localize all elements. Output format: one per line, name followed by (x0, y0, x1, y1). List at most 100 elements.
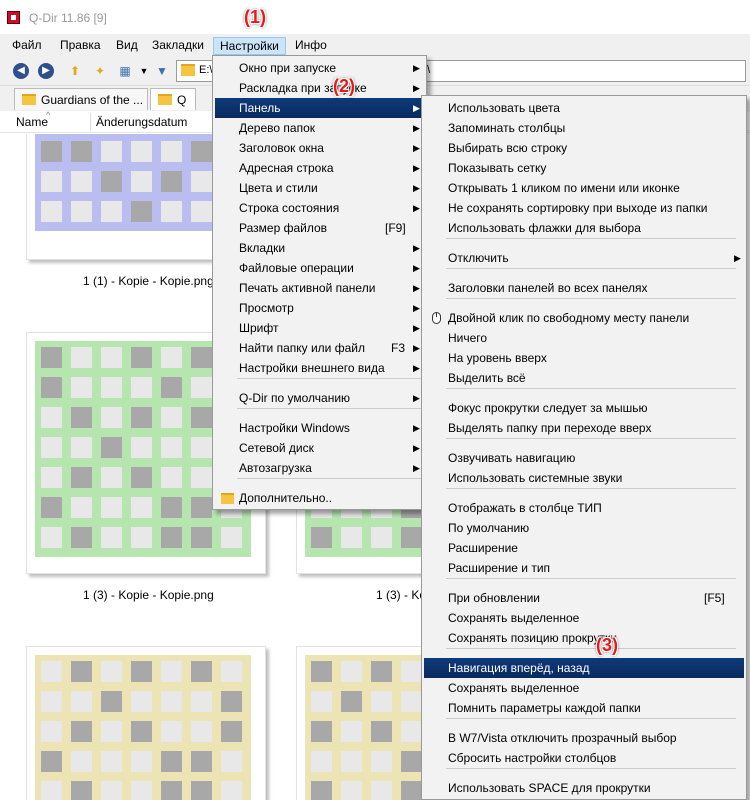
menu-settings[interactable]: Настройки (213, 37, 286, 55)
menu-item-keep-scroll-position[interactable]: Сохранять позицию прокрутки (424, 628, 744, 648)
menu-item-level-up[interactable]: На уровень вверх (424, 348, 744, 368)
pixel-cell (101, 751, 122, 772)
menu-info[interactable]: Инфо (289, 37, 333, 55)
file-name[interactable]: 1 (3) - Ko (376, 588, 426, 602)
menu-item-find-folder-file[interactable]: Найти папку или файл F3 ▶ (215, 338, 424, 358)
submenu-arrow-icon: ▶ (413, 143, 420, 153)
pixel-cell (131, 377, 152, 398)
menu-item-label: Не сохранять сортировку при выходе из па… (448, 201, 708, 215)
menu-item-panel-headers-all[interactable]: Заголовки панелей во всех панелях (424, 278, 744, 298)
menu-view[interactable]: Вид (110, 37, 144, 55)
menu-item-tabs[interactable]: Вкладки ▶ (215, 238, 424, 258)
forward-icon[interactable]: ▶ (38, 63, 54, 79)
menu-item-voice-navigation[interactable]: Озвучивать навигацию (424, 448, 744, 468)
menu-item-colors-styles[interactable]: Цвета и стили ▶ (215, 178, 424, 198)
pixel-cell (311, 527, 332, 548)
menu-item-print-active-panel[interactable]: Печать активной панели ▶ (215, 278, 424, 298)
menu-item-label: Найти папку или файл (239, 341, 365, 355)
file-name[interactable]: 1 (1) - Kopie - Kopie.png (83, 274, 214, 288)
pixel-cell (131, 721, 152, 742)
up-folder-icon[interactable]: ⬆ (67, 63, 83, 79)
pixel-cell (341, 527, 362, 548)
pixel-cell (71, 721, 92, 742)
menu-item-reset-columns[interactable]: Сбросить настройки столбцов (424, 748, 744, 768)
column-name[interactable]: Name (16, 115, 48, 129)
menu-item-windows-settings[interactable]: Настройки Windows ▶ (215, 418, 424, 438)
menu-item-appearance-settings[interactable]: Настройки внешнего вида ▶ (215, 358, 424, 378)
file-name[interactable]: 1 (3) - Kopie - Kopie.png (83, 588, 214, 602)
menu-item-status-bar[interactable]: Строка состояния ▶ (215, 198, 424, 218)
menu-item-no-save-sort[interactable]: Не сохранять сортировку при выходе из па… (424, 198, 744, 218)
pixel-cell (191, 661, 212, 682)
menu-item-font[interactable]: Шрифт ▶ (215, 318, 424, 338)
column-divider[interactable] (90, 113, 91, 131)
pixel-cell (131, 437, 152, 458)
menu-item-disable[interactable]: Отключить ▶ (424, 248, 744, 268)
pixel-cell (131, 407, 152, 428)
view-dropdown-icon[interactable]: ▼ (136, 63, 152, 79)
column-date[interactable]: Änderungsdatum (96, 115, 187, 129)
pixel-cell (41, 201, 62, 222)
menu-item-keep-selection[interactable]: Сохранять выделенное (424, 608, 744, 628)
menu-item-default[interactable]: По умолчанию (424, 518, 744, 538)
menu-item-select-full-row[interactable]: Выбирать всю строку (424, 138, 744, 158)
menu-item-nothing[interactable]: Ничего (424, 328, 744, 348)
menu-item-double-click-empty[interactable]: Двойной клик по свободному месту панели (424, 308, 744, 328)
view-mode-icon[interactable]: ▦ (117, 63, 133, 79)
menu-item-w7-disable-transparent[interactable]: В W7/Vista отключить прозрачный выбор (424, 728, 744, 748)
pixel-cell (191, 781, 212, 800)
menu-item-advanced[interactable]: Дополнительно.. (215, 488, 424, 508)
menu-item-select-all[interactable]: Выделить всё (424, 368, 744, 388)
menu-item-use-colors[interactable]: Использовать цвета (424, 98, 744, 118)
menu-item-extension-type[interactable]: Расширение и тип (424, 558, 744, 578)
menu-item-file-operations[interactable]: Файловые операции ▶ (215, 258, 424, 278)
back-icon[interactable]: ◀ (13, 63, 29, 79)
address-text: E:\ (199, 64, 213, 76)
menu-item-extension[interactable]: Расширение (424, 538, 744, 558)
menu-item-autostart[interactable]: Автозагрузка ▶ (215, 458, 424, 478)
menu-item-space-scroll[interactable]: Использовать SPACE для прокрутки (424, 778, 744, 798)
menu-item-use-checkboxes[interactable]: Использовать флажки для выбора (424, 218, 744, 238)
menu-item-type-column[interactable]: Отображать в столбце ТИП (424, 498, 744, 518)
menu-item-on-refresh[interactable]: При обновлении [F5] (424, 588, 744, 608)
pixel-cell (221, 527, 242, 548)
menu-item-label: Использовать системные звуки (448, 471, 623, 485)
menu-item-select-folder-up[interactable]: Выделять папку при переходе вверх (424, 418, 744, 438)
menu-item-system-sounds[interactable]: Использовать системные звуки (424, 468, 744, 488)
pixel-cell (341, 781, 362, 800)
menu-item-scroll-focus-mouse[interactable]: Фокус прокрутки следует за мышью (424, 398, 744, 418)
pixel-cell (101, 661, 122, 682)
menu-file[interactable]: Файл (6, 37, 48, 55)
menu-item-qdir-default[interactable]: Q-Dir по умолчанию ▶ (215, 388, 424, 408)
new-folder-icon[interactable]: ✦ (92, 63, 108, 79)
folder-icon (158, 94, 172, 105)
menu-item-network-drive[interactable]: Сетевой диск ▶ (215, 438, 424, 458)
pixel-cell (191, 347, 212, 368)
menu-item-startup-window[interactable]: Окно при запуске ▶ (215, 58, 424, 78)
menu-item-navigation-back-forward[interactable]: Навигация вперёд, назад (424, 658, 744, 678)
menu-separator (446, 768, 736, 769)
menu-item-layout-at-startup[interactable]: Раскладка при запуске ▶ (215, 78, 424, 98)
menu-item-remember-folder-params[interactable]: Помнить параметры каждой папки (424, 698, 744, 718)
menu-item-panel[interactable]: Панель ▶ (215, 98, 424, 118)
menu-item-keep-selection-nav[interactable]: Сохранять выделенное (424, 678, 744, 698)
menu-edit[interactable]: Правка (54, 37, 107, 55)
pixel-cell (41, 497, 62, 518)
menu-item-show-grid[interactable]: Показывать сетку (424, 158, 744, 178)
thumbnail-frame[interactable] (26, 646, 266, 800)
menu-item-remember-columns[interactable]: Запоминать столбцы (424, 118, 744, 138)
menu-item-window-title[interactable]: Заголовок окна ▶ (215, 138, 424, 158)
tab-guardians[interactable]: Guardians of the ... (14, 88, 148, 110)
menu-item-file-sizes[interactable]: Размер файлов [F9] (215, 218, 424, 238)
pixel-cell (101, 437, 122, 458)
menu-separator (446, 488, 736, 489)
pixel-cell (311, 781, 332, 800)
menu-item-address-bar[interactable]: Адресная строка ▶ (215, 158, 424, 178)
filter-icon[interactable]: ▼ (154, 63, 170, 79)
menu-item-preview[interactable]: Просмотр ▶ (215, 298, 424, 318)
tab-q[interactable]: Q (150, 88, 196, 110)
pixel-cell (41, 437, 62, 458)
menu-item-open-single-click[interactable]: Открывать 1 кликом по имени или иконке (424, 178, 744, 198)
menu-bookmarks[interactable]: Закладки (146, 37, 210, 55)
menu-item-folder-tree[interactable]: Дерево папок ▶ (215, 118, 424, 138)
